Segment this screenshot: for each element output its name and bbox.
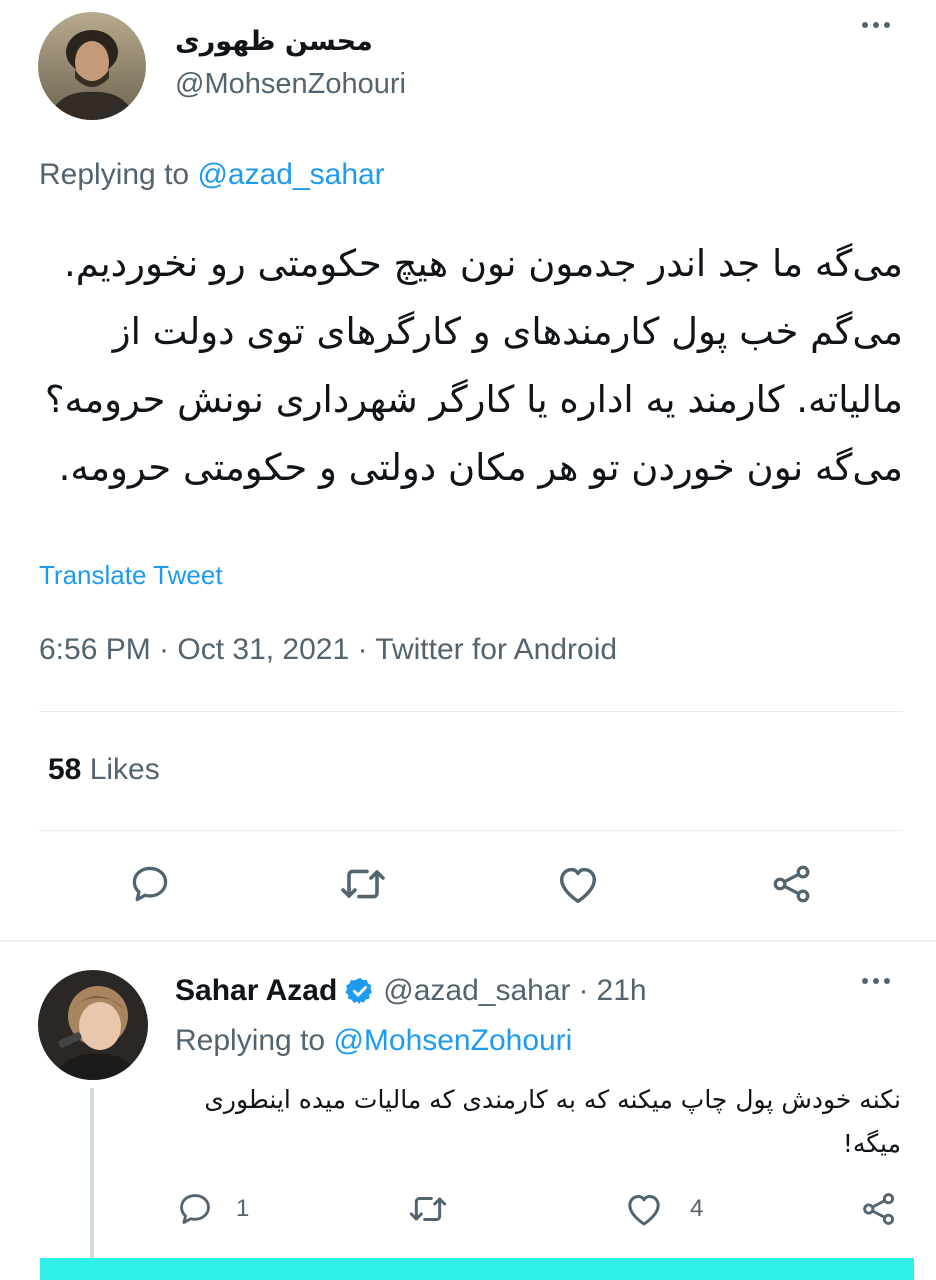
replying-to-mention[interactable]: @MohsenZohouri <box>333 1024 572 1057</box>
replying-to-line: Replying to @azad_sahar <box>39 158 385 192</box>
tweet-timestamp-source[interactable]: 6:56 PM · Oct 31, 2021 · Twitter for And… <box>39 633 617 667</box>
reply-author-handle[interactable]: @azad_sahar <box>383 974 570 1008</box>
author-handle[interactable]: @MohsenZohouri <box>175 68 406 101</box>
like-icon <box>559 867 597 903</box>
reply-text: نکنه خودش پول چاپ میکنه که به کارمندی که… <box>204 1085 901 1158</box>
retweet-button[interactable] <box>337 858 389 910</box>
reply-icon <box>132 866 168 902</box>
verified-badge-icon <box>345 977 373 1005</box>
section-separator <box>0 940 936 942</box>
reply-button[interactable] <box>124 858 176 910</box>
share-icon <box>863 1193 895 1225</box>
author-display-name[interactable]: محسن ظهوری <box>175 26 435 57</box>
like-button[interactable] <box>552 858 604 910</box>
divider <box>39 711 903 712</box>
reply-header: Sahar Azad @azad_sahar · 21h <box>175 974 647 1008</box>
reply-share-button[interactable] <box>860 1190 898 1233</box>
reply-like-button[interactable]: 4 <box>624 1190 703 1228</box>
bottom-highlight-bar <box>40 1258 914 1280</box>
retweet-icon <box>409 1197 447 1221</box>
more-icon <box>862 22 890 28</box>
like-count: 4 <box>690 1195 704 1222</box>
author-avatar[interactable] <box>38 12 146 120</box>
like-icon <box>628 1195 660 1226</box>
likes-label: Likes <box>81 753 160 786</box>
reply-reply-button[interactable]: 1 <box>176 1190 249 1228</box>
reply-author-name[interactable]: Sahar Azad <box>175 974 337 1008</box>
reply-replying-to-line: Replying to @MohsenZohouri <box>175 1024 572 1058</box>
replying-to-prefix: Replying to <box>175 1024 334 1057</box>
reply-timestamp[interactable]: 21h <box>597 974 647 1008</box>
retweet-icon <box>341 869 385 899</box>
divider <box>39 830 903 831</box>
more-icon <box>862 978 890 984</box>
likes-count: 58 <box>48 753 82 786</box>
reply-retweet-button[interactable] <box>408 1190 448 1233</box>
share-button[interactable] <box>766 858 818 910</box>
more-options-button[interactable] <box>862 22 890 28</box>
reply-author-avatar[interactable] <box>38 970 148 1080</box>
replying-to-mention[interactable]: @azad_sahar <box>197 158 384 191</box>
reply-count: 1 <box>236 1195 250 1222</box>
share-icon <box>773 865 810 903</box>
separator-dot: · <box>578 974 589 1007</box>
likes-summary[interactable]: 58 Likes <box>48 753 160 787</box>
reply-icon <box>180 1194 210 1224</box>
reply-more-options-button[interactable] <box>862 978 890 984</box>
tweet-text: می‌گه ما جد اندر جدمون نون هیچ حکومتی رو… <box>44 242 903 489</box>
thread-line <box>90 1088 94 1280</box>
translate-tweet-link[interactable]: Translate Tweet <box>39 560 223 591</box>
replying-to-prefix: Replying to <box>39 158 198 191</box>
